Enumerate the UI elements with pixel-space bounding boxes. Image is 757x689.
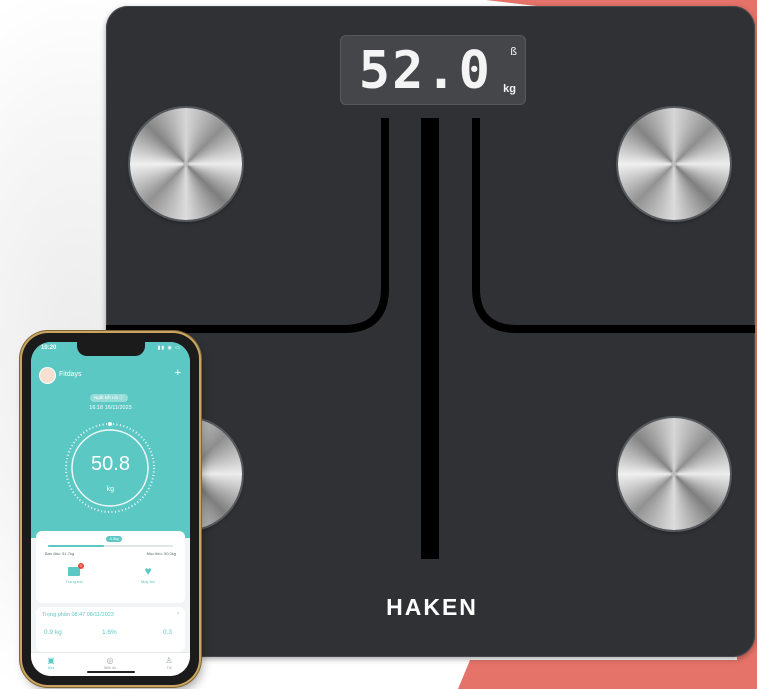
- goal-change-chip: -0.8kg: [106, 536, 122, 542]
- goal-progress-track: [48, 545, 173, 547]
- quick-action-heart[interactable]: ♥ Máy tim: [128, 564, 168, 584]
- measurement-time: 16:18 16/11/2023: [89, 405, 132, 411]
- scale-display: 52.0 ß kg: [340, 35, 526, 105]
- connection-status-badge[interactable]: Ngắt kết nối ⓘ: [90, 394, 128, 402]
- tab-label: Biểu đồ: [104, 666, 116, 670]
- goal-card: -0.8kg Ban đầu: 51.7kg Mục tiêu: 50.0kg …: [36, 531, 185, 603]
- goal-target-label: Mục tiêu: 50.0kg: [146, 551, 176, 556]
- plus-icon[interactable]: +: [175, 367, 181, 379]
- avatar[interactable]: [40, 368, 55, 383]
- display-weight-value: 52.0: [358, 41, 492, 101]
- electrode-top-left: [130, 108, 242, 220]
- bluetooth-icon: ß: [510, 45, 517, 58]
- status-icons: ▮▮ ◉ ▭: [157, 345, 181, 351]
- tab-chart[interactable]: ◎ Biểu đồ: [95, 656, 125, 670]
- app-header-area: 10:20 ▮▮ ◉ ▭ Fitdays + Ngắt kết nối ⓘ 16…: [31, 342, 190, 538]
- chevron-right-icon[interactable]: ›: [177, 611, 179, 617]
- chart-icon: ◎: [106, 656, 114, 665]
- smartphone: 10:20 ▮▮ ◉ ▭ Fitdays + Ngắt kết nối ⓘ 16…: [22, 333, 199, 685]
- goal-start-label: Ban đầu: 51.7kg: [45, 551, 75, 556]
- smart-scale: 52.0 ß kg HAKEN: [106, 6, 755, 657]
- mail-icon: 1: [68, 563, 84, 576]
- goal-progress-fill: [48, 545, 105, 547]
- composition-card[interactable]: Trọng phần 08:47 08/11/2023 › 0.9 kg 1.6…: [36, 607, 185, 652]
- quick-action-farm[interactable]: 1 Trang trại: [54, 563, 94, 584]
- app-title: Fitdays: [59, 371, 82, 378]
- display-weight-unit: kg: [503, 83, 516, 95]
- tab-home[interactable]: ▣ Nhà: [36, 656, 66, 670]
- heart-icon: ♥: [144, 564, 152, 578]
- phone-notch: [77, 342, 145, 356]
- notification-badge: 1: [78, 563, 84, 569]
- weight-unit: kg: [106, 486, 115, 493]
- quick-action-label: Máy tim: [141, 579, 155, 584]
- home-indicator: [87, 671, 135, 673]
- electrode-bottom-right: [618, 418, 730, 530]
- weight-value: 50.8: [91, 453, 130, 475]
- composition-value: 0.3: [163, 629, 173, 636]
- user-icon: ♙: [165, 656, 173, 665]
- scale-icon: ▣: [47, 656, 55, 665]
- brand-logo: HAKEN: [386, 594, 478, 620]
- composition-value: 1.6%: [102, 629, 117, 636]
- composition-value: 0.9 kg: [44, 629, 62, 636]
- electrode-top-right: [618, 108, 730, 220]
- tab-me[interactable]: ♙ Tôi: [154, 656, 184, 670]
- phone-screen: 10:20 ▮▮ ◉ ▭ Fitdays + Ngắt kết nối ⓘ 16…: [31, 342, 190, 676]
- composition-title: Trọng phần 08:47 08/11/2023: [42, 612, 114, 618]
- tab-label: Nhà: [47, 666, 55, 670]
- status-time: 10:20: [41, 345, 57, 351]
- quick-action-label: Trang trại: [65, 579, 83, 584]
- tab-label: Tôi: [166, 666, 172, 670]
